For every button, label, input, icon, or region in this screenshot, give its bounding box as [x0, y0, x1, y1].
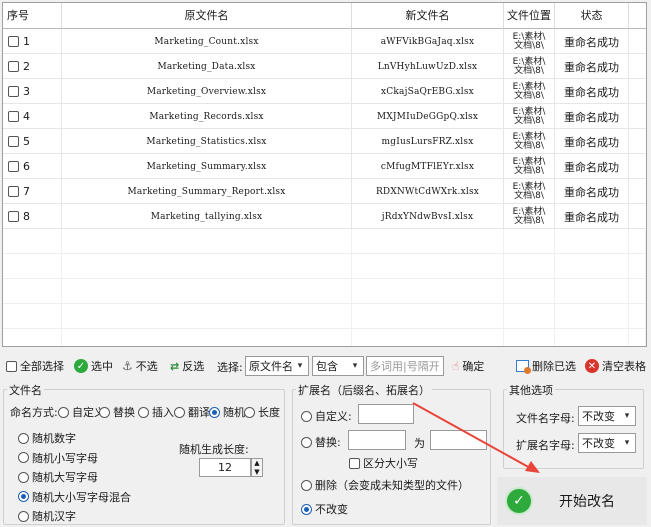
annotation-arrow-line	[412, 402, 533, 470]
annotation-arrow	[412, 402, 540, 473]
